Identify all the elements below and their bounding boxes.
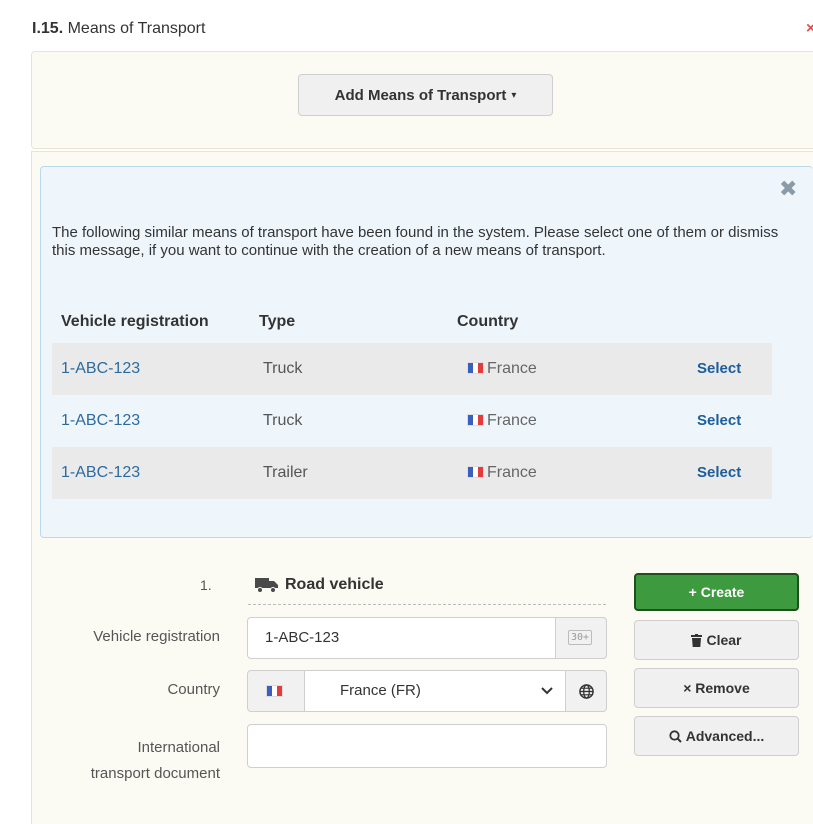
country-select[interactable]: France (FR) — [304, 670, 566, 712]
row-registration: 1-ABC-123 — [61, 360, 141, 377]
heading-divider — [248, 604, 606, 605]
row-country: France — [467, 395, 537, 447]
table-row: 1-ABC-123 Trailer France Select — [52, 447, 772, 499]
transport-document-label-line2: transport document — [90, 765, 220, 782]
globe-addon[interactable] — [565, 670, 607, 712]
transport-document-label: International transport document — [40, 735, 220, 787]
header-type: Type — [259, 313, 296, 330]
row-type: Truck — [263, 412, 303, 429]
row-country-name: France — [487, 412, 537, 429]
caret-down-icon: ▾ — [511, 89, 517, 101]
form-index: 1. — [200, 577, 212, 593]
clear-button[interactable]: Clear — [634, 620, 799, 660]
select-link[interactable]: Select — [697, 447, 741, 499]
clear-button-label: Clear — [706, 632, 742, 648]
country-flag-addon — [247, 670, 305, 712]
alert-close-icon[interactable]: ✖ — [779, 176, 797, 202]
search-icon — [669, 729, 682, 743]
globe-icon — [579, 684, 594, 699]
vehicle-registration-label: Vehicle registration — [93, 628, 220, 645]
header-country: Country — [457, 313, 519, 330]
section-title: I.15. Means of Transport — [32, 20, 205, 38]
transport-document-label-line1: International — [137, 739, 220, 756]
vehicle-type-heading: Road vehicle — [255, 576, 384, 594]
advanced-button-label: Advanced... — [685, 728, 765, 744]
table-row: 1-ABC-123 Truck France Select — [52, 395, 772, 447]
row-country: France — [467, 343, 537, 395]
row-registration: 1-ABC-123 — [61, 412, 141, 429]
france-flag-icon — [467, 465, 484, 478]
add-means-of-transport-label: Add Means of Transport — [334, 86, 507, 104]
country-select-value: France (FR) — [340, 682, 421, 699]
char-count-badge: 30+ — [568, 630, 593, 645]
alert-message: The following similar means of transport… — [52, 224, 779, 259]
create-button[interactable]: + Create — [634, 573, 799, 611]
section-number: I.15. — [32, 20, 64, 37]
row-type: Truck — [263, 360, 303, 377]
header-vehicle-registration: Vehicle registration — [61, 313, 209, 330]
row-registration: 1-ABC-123 — [61, 464, 141, 481]
trash-icon — [691, 633, 703, 647]
row-type: Trailer — [263, 464, 308, 481]
remove-button[interactable]: × Remove — [634, 668, 799, 708]
chevron-down-icon — [541, 687, 553, 695]
table-row: 1-ABC-123 Truck France Select — [52, 343, 772, 395]
france-flag-icon — [467, 413, 484, 426]
vehicle-registration-field[interactable]: 1-ABC-123 — [247, 617, 607, 659]
add-means-of-transport-button[interactable]: Add Means of Transport ▾ — [298, 74, 553, 116]
vehicle-registration-value: 1-ABC-123 — [265, 629, 340, 646]
section-close-icon[interactable]: × — [806, 20, 813, 38]
transport-document-field[interactable] — [247, 724, 607, 768]
vehicle-type-label: Road vehicle — [285, 576, 384, 593]
row-country-name: France — [487, 464, 537, 481]
char-count-addon: 30+ — [555, 617, 607, 659]
country-label: Country — [167, 681, 220, 698]
truck-icon — [255, 577, 278, 593]
row-country-name: France — [487, 360, 537, 377]
advanced-button[interactable]: Advanced... — [634, 716, 799, 756]
row-country: France — [467, 447, 537, 499]
select-link[interactable]: Select — [697, 395, 741, 447]
select-link[interactable]: Select — [697, 343, 741, 395]
section-title-text: Means of Transport — [67, 20, 206, 37]
france-flag-icon — [467, 361, 484, 374]
france-flag-icon — [266, 685, 283, 697]
